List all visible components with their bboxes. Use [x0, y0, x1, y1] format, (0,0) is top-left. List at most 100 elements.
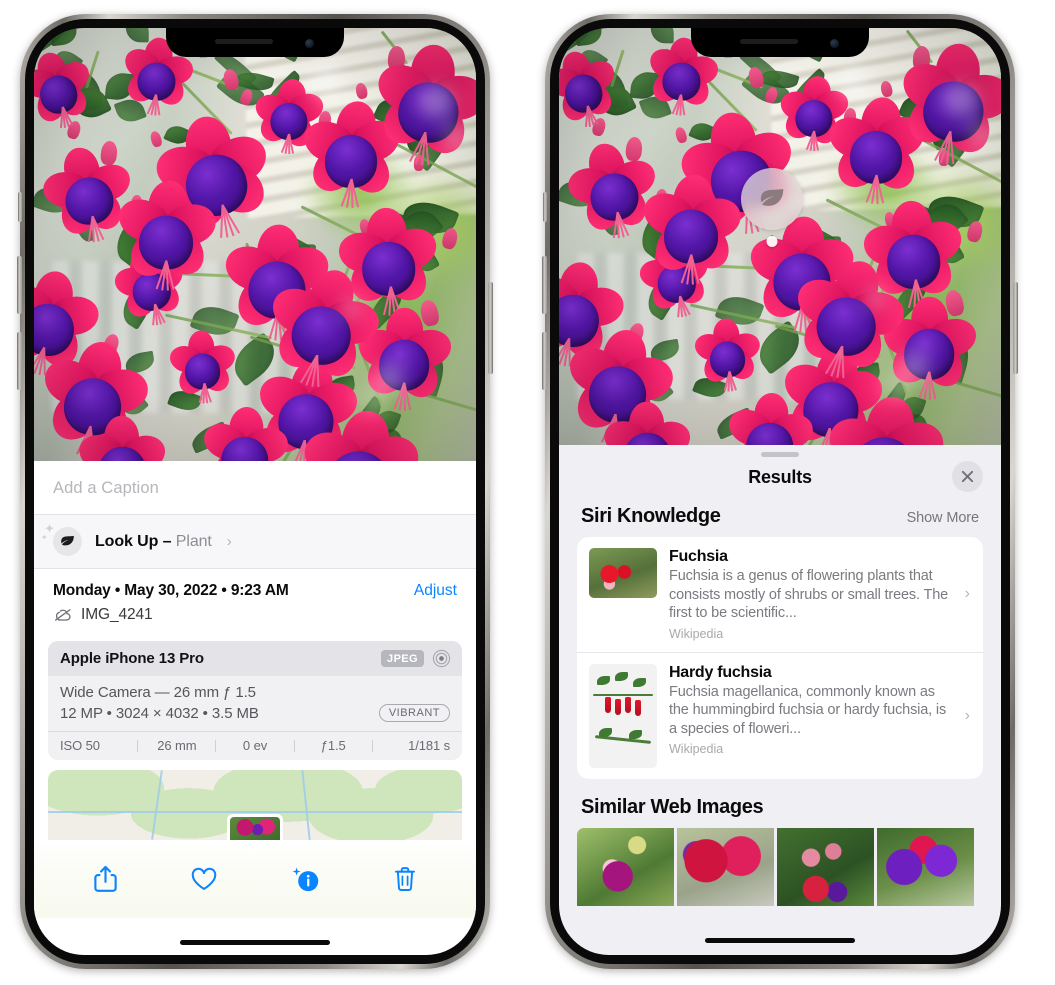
chevron-right-icon: ›	[964, 585, 970, 603]
phone-screen-right: Results Siri Knowledge Show More Fuchsia…	[559, 28, 1001, 955]
card-thumbnail	[589, 663, 657, 768]
siri-knowledge-header: Siri Knowledge Show More	[559, 502, 1001, 537]
results-header: Results	[559, 457, 1001, 502]
knowledge-card[interactable]: Hardy fuchsia Fuchsia magellanica, commo…	[577, 651, 983, 779]
phone-screen-left: Add a Caption ✦ ✦ Look Up – Plant › Mond…	[34, 28, 476, 955]
card-body: Fuchsia Fuchsia is a genus of flowering …	[669, 548, 971, 641]
thumb-leaf	[633, 677, 646, 687]
exif-value: 26 mm	[157, 738, 197, 753]
thumb-leaf	[615, 671, 628, 681]
look-up-row[interactable]: ✦ ✦ Look Up – Plant ›	[34, 515, 476, 569]
phone-left: Add a Caption ✦ ✦ Look Up – Plant › Mond…	[17, 14, 493, 969]
share-button[interactable]	[92, 864, 119, 894]
photo-viewer-left[interactable]	[34, 28, 476, 476]
exif-value: ƒ1.5	[320, 738, 346, 753]
web-image-thumbnail[interactable]	[877, 827, 974, 906]
sparkle-small-icon: ✦	[41, 533, 48, 542]
caption-row[interactable]: Add a Caption	[34, 461, 476, 515]
siri-knowledge-cards: Fuchsia Fuchsia is a genus of flowering …	[577, 537, 983, 779]
thumb-flower	[615, 698, 621, 715]
leaf-icon-circle	[53, 527, 82, 556]
thumb-leaf	[597, 675, 610, 685]
web-image-thumbnail[interactable]	[777, 827, 874, 906]
camera-metadata-card[interactable]: Apple iPhone 13 Pro JPEG Wide Camera — 2…	[48, 641, 462, 760]
visual-lookup-badge[interactable]	[741, 168, 803, 247]
map-photo-pin[interactable]	[227, 814, 283, 840]
similar-web-images-strip[interactable]	[559, 827, 1001, 906]
metadata-body: Wide Camera — 26 mm ƒ 1.5 12 MP • 3024 ×…	[48, 676, 462, 731]
notch	[691, 28, 869, 57]
metadata-badges: JPEG	[381, 649, 451, 668]
web-image-thumbnail[interactable]	[677, 827, 774, 906]
photographic-style-badge: VIBRANT	[378, 704, 450, 722]
file-line: IMG_4241	[53, 606, 457, 624]
volume-up-button[interactable]	[17, 256, 22, 314]
mute-switch[interactable]	[543, 192, 547, 222]
look-up-label: Look Up – Plant	[95, 533, 212, 551]
chevron-right-icon: ›	[226, 533, 232, 550]
leaf-icon	[760, 189, 784, 206]
size-row: 12 MP • 3024 × 4032 • 3.5 MB VIBRANT	[60, 704, 450, 722]
card-description: Fuchsia magellanica, commonly known as t…	[669, 683, 947, 737]
home-indicator-left[interactable]	[180, 940, 330, 945]
similar-web-images-title: Similar Web Images	[581, 795, 764, 818]
date-line: Monday • May 30, 2022 • 9:23 AM Adjust	[53, 582, 457, 600]
delete-button[interactable]	[392, 865, 418, 893]
knowledge-card[interactable]: Fuchsia Fuchsia is a genus of flowering …	[577, 537, 983, 652]
web-image-thumbnail[interactable]	[577, 827, 674, 906]
chevron-right-icon: ›	[964, 706, 970, 724]
share-icon	[93, 865, 117, 892]
exif-row: ISO 50 26 mm 0 ev ƒ1.5 1/181 s	[48, 731, 462, 760]
front-camera	[305, 39, 314, 48]
home-indicator-right[interactable]	[705, 938, 855, 943]
thumb-leaf	[629, 729, 642, 739]
mute-switch[interactable]	[18, 192, 22, 222]
favorite-button[interactable]	[190, 866, 218, 892]
card-source: Wikipedia	[669, 742, 724, 756]
results-sheet: Results Siri Knowledge Show More Fuchsia…	[559, 445, 1001, 955]
leaf-badge: ✦ ✦	[41, 522, 82, 556]
info-sparkle-icon	[292, 867, 319, 892]
leaf-icon	[61, 535, 74, 546]
card-title: Fuchsia	[669, 548, 728, 565]
cloud-slash-icon	[55, 609, 71, 621]
exif-value: 1/181 s	[408, 738, 451, 753]
earpiece-speaker	[740, 38, 798, 44]
device-name: Apple iPhone 13 Pro	[60, 650, 204, 667]
phone-right: Results Siri Knowledge Show More Fuchsia…	[542, 14, 1018, 969]
info-button[interactable]	[289, 864, 321, 894]
results-title: Results	[748, 467, 812, 487]
thumb-branch	[593, 693, 653, 696]
close-icon	[961, 470, 974, 483]
location-map[interactable]	[48, 770, 462, 840]
photo-viewer-right[interactable]	[559, 28, 1001, 460]
power-button[interactable]	[1013, 282, 1018, 374]
adjust-button[interactable]: Adjust	[414, 582, 457, 600]
front-camera	[830, 39, 839, 48]
power-button[interactable]	[488, 282, 493, 374]
format-badge: JPEG	[381, 650, 424, 667]
file-name: IMG_4241	[81, 606, 153, 623]
close-button[interactable]	[952, 461, 983, 492]
siri-knowledge-title: Siri Knowledge	[581, 505, 721, 527]
date-block: Monday • May 30, 2022 • 9:23 AM Adjust I…	[34, 569, 476, 634]
aperture-icon[interactable]	[432, 649, 451, 668]
volume-down-button[interactable]	[17, 332, 22, 390]
card-title: Hardy fuchsia	[669, 663, 772, 681]
badge-anchor-dot	[766, 236, 778, 247]
photo-toolbar	[34, 840, 476, 918]
lens-info: Wide Camera — 26 mm ƒ 1.5	[60, 684, 256, 701]
card-body: Hardy fuchsia Fuchsia magellanica, commo…	[669, 664, 971, 757]
earpiece-speaker	[215, 38, 273, 44]
card-description: Fuchsia is a genus of flowering plants t…	[669, 568, 949, 621]
volume-up-button[interactable]	[542, 256, 547, 314]
volume-down-button[interactable]	[542, 332, 547, 390]
show-more-button[interactable]: Show More	[907, 510, 980, 526]
caption-input[interactable]: Add a Caption	[53, 479, 457, 498]
thumb-flower	[635, 699, 641, 716]
size-info: 12 MP • 3024 × 4032 • 3.5 MB	[60, 704, 259, 722]
trash-icon	[395, 867, 416, 891]
exif-value: ISO 50	[60, 738, 100, 753]
heart-icon	[191, 867, 217, 890]
exif-value: 0 ev	[242, 738, 268, 753]
